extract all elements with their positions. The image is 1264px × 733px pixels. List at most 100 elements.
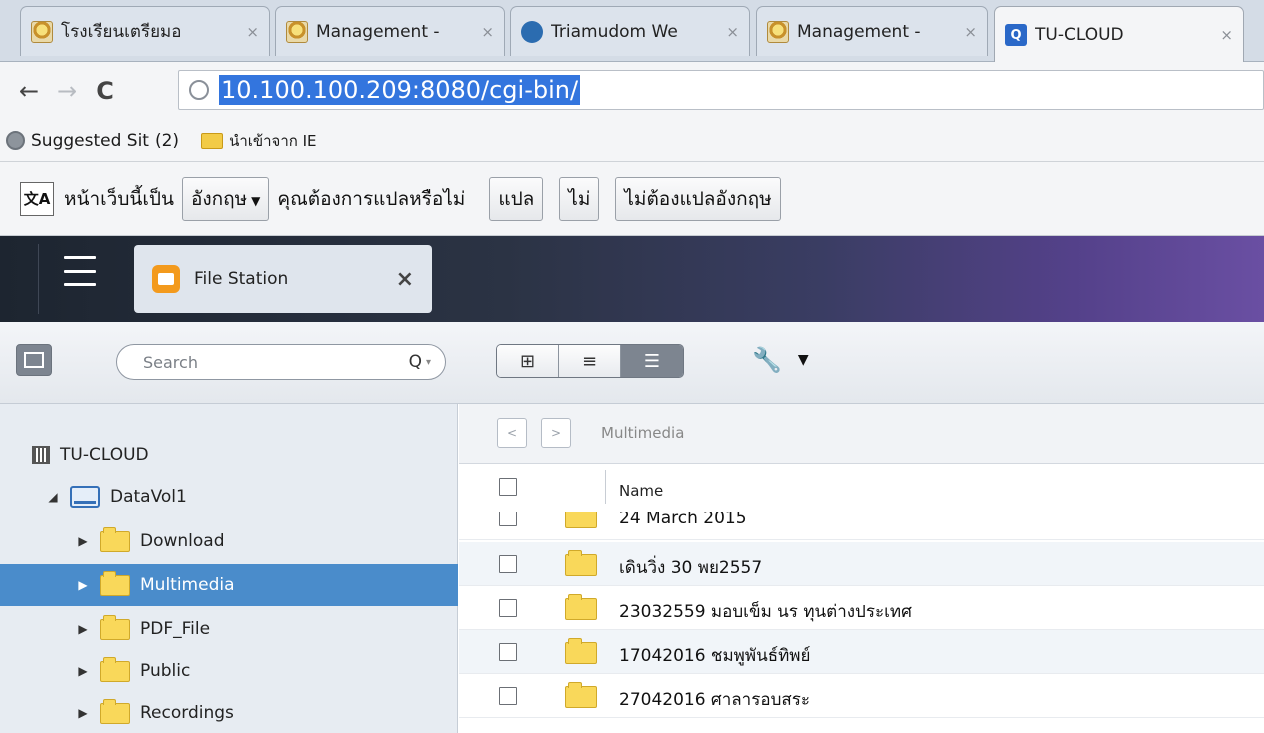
tree-label: DataVol1 (110, 487, 187, 507)
file-name: 24 March 2015 (619, 512, 747, 528)
no-translate-button[interactable]: ไม่ (559, 176, 600, 221)
menu-icon[interactable] (64, 256, 96, 286)
bookmark-suggested-sites[interactable]: Suggested Sit (2) (6, 131, 179, 151)
reload-button[interactable]: C (86, 77, 124, 105)
chevron-down-icon[interactable]: ▾ (426, 357, 431, 368)
column-divider[interactable] (605, 470, 606, 504)
collapsed-arrow-icon[interactable]: ▶ (76, 706, 90, 720)
column-header-name[interactable]: Name (619, 482, 663, 500)
globe-icon (521, 20, 543, 43)
tab-title: โรงเรียนเตรียมอ (61, 22, 182, 42)
detail-view-button[interactable]: ☰ (621, 345, 683, 377)
never-translate-button[interactable]: ไม่ต้องแปลอังกฤษ (615, 176, 781, 221)
wrench-icon[interactable]: 🔧 (752, 346, 782, 374)
tab-close-icon[interactable]: × (1220, 26, 1233, 44)
tools-menu[interactable]: 🔧 ▼ (752, 346, 809, 374)
chevron-down-icon[interactable]: ▼ (798, 352, 809, 368)
tree-folder-recordings[interactable]: ▶ Recordings (0, 692, 458, 733)
crest-icon (286, 20, 308, 43)
table-row[interactable]: 17042016 ชมพูพันธ์ทิพย์ (459, 630, 1264, 674)
folder-icon (565, 550, 597, 576)
tab-close-icon[interactable]: × (726, 23, 739, 41)
disk-icon (70, 486, 100, 508)
search-icon[interactable]: Q (409, 352, 422, 372)
collapsed-arrow-icon[interactable]: ▶ (76, 622, 90, 636)
app-tab-file-station[interactable]: File Station × (134, 245, 432, 313)
search-box[interactable]: Q ▾ (116, 344, 446, 380)
tree-label: PDF_File (140, 619, 211, 639)
tree-folder-download[interactable]: ▶ Download (0, 520, 458, 562)
page-info-icon[interactable] (189, 80, 209, 100)
row-checkbox[interactable] (499, 643, 517, 661)
folder-tree: TU-CLOUD ◢ DataVol1 ▶ Download ▶ Multime… (0, 404, 458, 733)
bookmark-import-ie[interactable]: นำเข้าจาก IE (201, 129, 317, 153)
file-station-icon (152, 265, 180, 293)
browser-tab-tu-cloud[interactable]: Q TU-CLOUD × (994, 6, 1244, 63)
tab-close-icon[interactable]: × (246, 23, 259, 41)
forward-button[interactable]: → (48, 77, 86, 105)
browser-tab-3[interactable]: Triamudom We × (510, 6, 750, 56)
table-row[interactable]: เดินวิ่ง 30 พย2557 (459, 542, 1264, 586)
cloud-icon: Q (1005, 24, 1027, 46)
back-button[interactable]: ← (10, 77, 48, 105)
collapsed-arrow-icon[interactable]: ▶ (76, 664, 90, 678)
list-header: Name (459, 464, 1264, 512)
table-row[interactable]: 27042016 ศาลารอบสระ (459, 674, 1264, 718)
tab-close-icon[interactable]: × (964, 23, 977, 41)
forward-nav-button[interactable]: > (541, 418, 571, 448)
expanded-arrow-icon[interactable]: ◢ (46, 490, 60, 504)
collapsed-arrow-icon[interactable]: ▶ (76, 534, 90, 548)
browser-tab-4[interactable]: Management - × (756, 6, 988, 56)
current-path: Multimedia (601, 424, 685, 442)
folder-icon (100, 526, 130, 552)
select-all-checkbox[interactable] (499, 478, 517, 496)
file-list-panel: < > Multimedia Name 24 March 2015 เดินวิ… (459, 404, 1264, 733)
table-row[interactable]: 24 March 2015 (459, 512, 1264, 540)
language-label: อังกฤษ (190, 187, 248, 210)
chevron-down-icon: ▼ (251, 193, 261, 208)
search-input[interactable] (143, 352, 409, 372)
tree-label: TU-CLOUD (60, 445, 149, 465)
row-checkbox[interactable] (499, 599, 517, 617)
globe-icon (6, 131, 25, 150)
thumbnail-view-button[interactable]: ⊞ (497, 345, 559, 377)
row-checkbox[interactable] (499, 687, 517, 705)
browser-tab-1[interactable]: โรงเรียนเตรียมอ × (20, 6, 270, 56)
path-bar: < > Multimedia (459, 404, 1264, 464)
tree-root-tu-cloud[interactable]: TU-CLOUD (0, 434, 458, 476)
back-nav-button[interactable]: < (497, 418, 527, 448)
tab-title: TU-CLOUD (1035, 25, 1124, 45)
tree-folder-pdf-file[interactable]: ▶ PDF_File (0, 608, 458, 650)
tab-title: Management - (316, 21, 440, 42)
folder-icon (565, 594, 597, 620)
folder-icon (565, 512, 597, 528)
folder-icon (100, 614, 130, 640)
collapsed-arrow-icon[interactable]: ▶ (76, 578, 90, 592)
crest-icon (31, 20, 53, 43)
bookmarks-bar: Suggested Sit (2) นำเข้าจาก IE (0, 120, 1264, 162)
table-row[interactable]: 23032559 มอบเข็ม นร ทุนต่างประเทศ (459, 586, 1264, 630)
folder-icon (100, 656, 130, 682)
language-select[interactable]: อังกฤษ ▼ (181, 176, 270, 221)
tree-folder-multimedia[interactable]: ▶ Multimedia (0, 564, 458, 606)
tab-close-icon[interactable]: × (481, 23, 494, 41)
tree-folder-public[interactable]: ▶ Public (0, 650, 458, 692)
bookmark-label: นำเข้าจาก IE (229, 131, 317, 150)
translate-button[interactable]: แปล (489, 176, 544, 221)
url-text[interactable]: 10.100.100.209:8080/cgi-bin/ (219, 75, 581, 105)
browser-tab-2[interactable]: Management - × (275, 6, 505, 56)
address-bar[interactable]: 10.100.100.209:8080/cgi-bin/ (178, 70, 1264, 110)
translate-prefix: หน้าเว็บนี้เป็น (64, 187, 174, 210)
browser-toolbar: ← → C 10.100.100.209:8080/cgi-bin/ (0, 62, 1264, 120)
tree-volume-datavol1[interactable]: ◢ DataVol1 (0, 476, 458, 518)
crest-icon (767, 20, 789, 43)
panel-toggle-button[interactable] (16, 344, 52, 376)
file-name: 23032559 มอบเข็ม นร ทุนต่างประเทศ (619, 602, 912, 622)
row-checkbox[interactable] (499, 555, 517, 573)
folder-icon (100, 698, 130, 724)
list-view-button[interactable]: ≡ (559, 345, 621, 377)
close-icon[interactable]: × (396, 267, 414, 292)
panel-icon (24, 352, 44, 368)
row-checkbox[interactable] (499, 512, 517, 526)
app-tab-label: File Station (194, 269, 289, 289)
